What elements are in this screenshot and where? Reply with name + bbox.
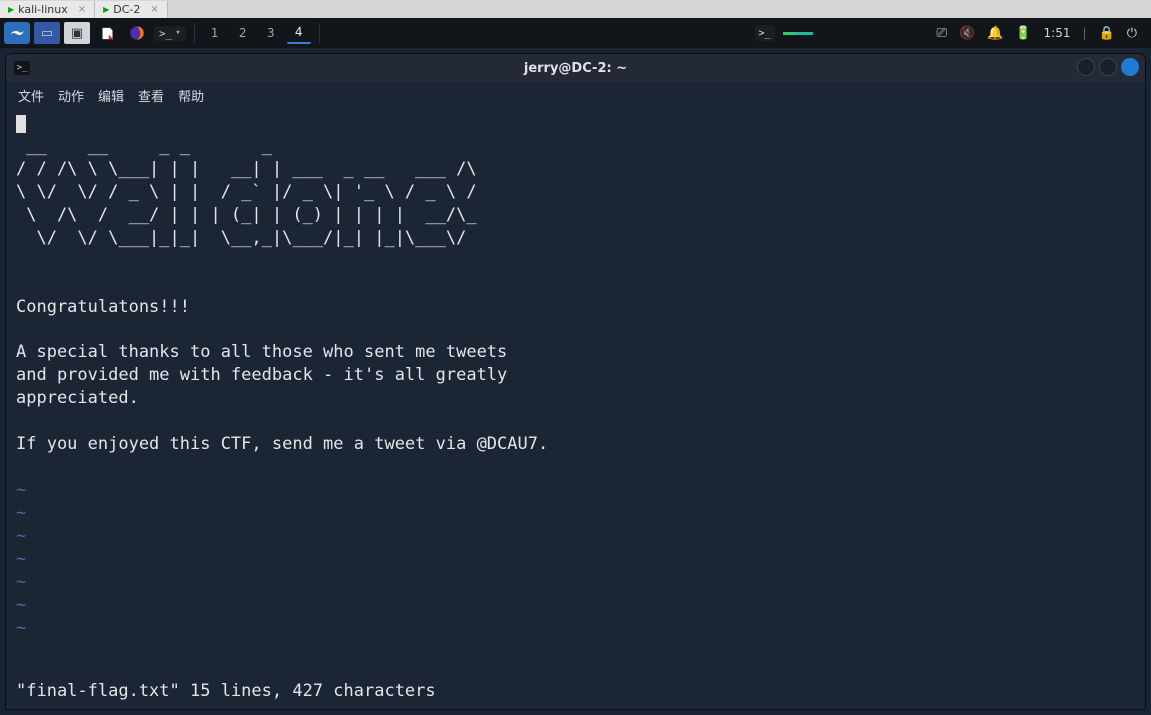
separator [194,23,195,43]
tray: ⎚ 🔇 🔔 🔋 1:51 | 🔒 ⏻ [937,26,1147,41]
battery-icon[interactable]: 🔋 [1015,26,1031,41]
vi-tilde: ~ [16,526,26,546]
cursor [16,115,26,133]
tweet-line: If you enjoyed this CTF, send me a tweet… [16,434,548,454]
workspace-1[interactable]: 1 [203,22,227,44]
tray-separator: | [1082,26,1086,40]
vi-status-line: "final-flag.txt" 15 lines, 427 character… [16,680,436,703]
separator [319,23,320,43]
vi-tilde: ~ [16,480,26,500]
vm-tab-kali[interactable]: ▶ kali-linux × [0,1,95,18]
vi-tilde: ~ [16,595,26,615]
menu-file[interactable]: 文件 [18,86,44,105]
close-icon[interactable]: × [150,4,158,15]
display-icon[interactable]: ⎚ [937,26,947,41]
minimize-button[interactable] [1077,58,1095,76]
close-button[interactable] [1121,58,1139,76]
clock[interactable]: 1:51 [1044,26,1071,40]
terminal-launcher[interactable]: >_ ▾ [154,26,186,41]
play-icon: ▶ [103,5,109,14]
chevron-down-icon[interactable]: ▾ [175,28,180,38]
kali-menu-icon[interactable] [4,22,30,44]
thanks-line-1: A special thanks to all those who sent m… [16,342,507,362]
menu-help[interactable]: 帮助 [178,86,204,105]
terminal-window: >_ jerry@DC-2: ~ 文件 动作 编辑 查看 帮助 __ __ _ … [6,54,1145,709]
vm-tab-label: DC-2 [113,3,140,16]
ascii-art: __ __ _ _ _ / / /\ \ \___| | | __| | ___… [16,136,477,248]
workspace-3[interactable]: 3 [259,22,283,44]
vm-tab-strip: ▶ kali-linux × ▶ DC-2 × [0,0,1151,18]
show-desktop-icon[interactable]: ▭ [34,22,60,44]
window-title: jerry@DC-2: ~ [6,61,1145,76]
menu-view[interactable]: 查看 [138,86,164,105]
thanks-line-2: and provided me with feedback - it's all… [16,365,507,385]
close-icon[interactable]: × [78,4,86,15]
menu-edit[interactable]: 编辑 [98,86,124,105]
maximize-button[interactable] [1099,58,1117,76]
vi-tilde: ~ [16,549,26,569]
resource-meter [783,32,813,35]
taskbar: ▭ ▣ >_ ▾ 1 2 3 4 >_ ⎚ 🔇 🔔 🔋 1:51 | 🔒 ⏻ [0,18,1151,48]
running-terminal-indicator[interactable]: >_ [755,25,775,41]
firefox-icon[interactable] [124,22,150,44]
vm-tab-label: kali-linux [18,3,68,16]
congrats-line: Congratulatons!!! [16,297,190,317]
notifications-icon[interactable]: 🔔 [987,26,1003,41]
play-icon: ▶ [8,5,14,14]
titlebar[interactable]: >_ jerry@DC-2: ~ [6,54,1145,82]
note-icon[interactable] [94,22,120,44]
files-icon[interactable]: ▣ [64,22,90,44]
vm-tab-dc2[interactable]: ▶ DC-2 × [95,1,168,18]
power-icon[interactable]: ⏻ [1127,26,1137,41]
terminal-icon: >_ [159,27,172,40]
vi-tilde: ~ [16,618,26,638]
lock-icon[interactable]: 🔒 [1099,26,1115,41]
thanks-line-3: appreciated. [16,388,139,408]
sound-muted-icon[interactable]: 🔇 [959,26,975,41]
workspace-4[interactable]: 4 [287,22,311,44]
menubar: 文件 动作 编辑 查看 帮助 [6,82,1145,108]
menu-actions[interactable]: 动作 [58,86,84,105]
vi-tilde: ~ [16,572,26,592]
vi-tilde: ~ [16,503,26,523]
workspace-2[interactable]: 2 [231,22,255,44]
terminal-body[interactable]: __ __ _ _ _ / / /\ \ \___| | | __| | ___… [6,108,1145,709]
